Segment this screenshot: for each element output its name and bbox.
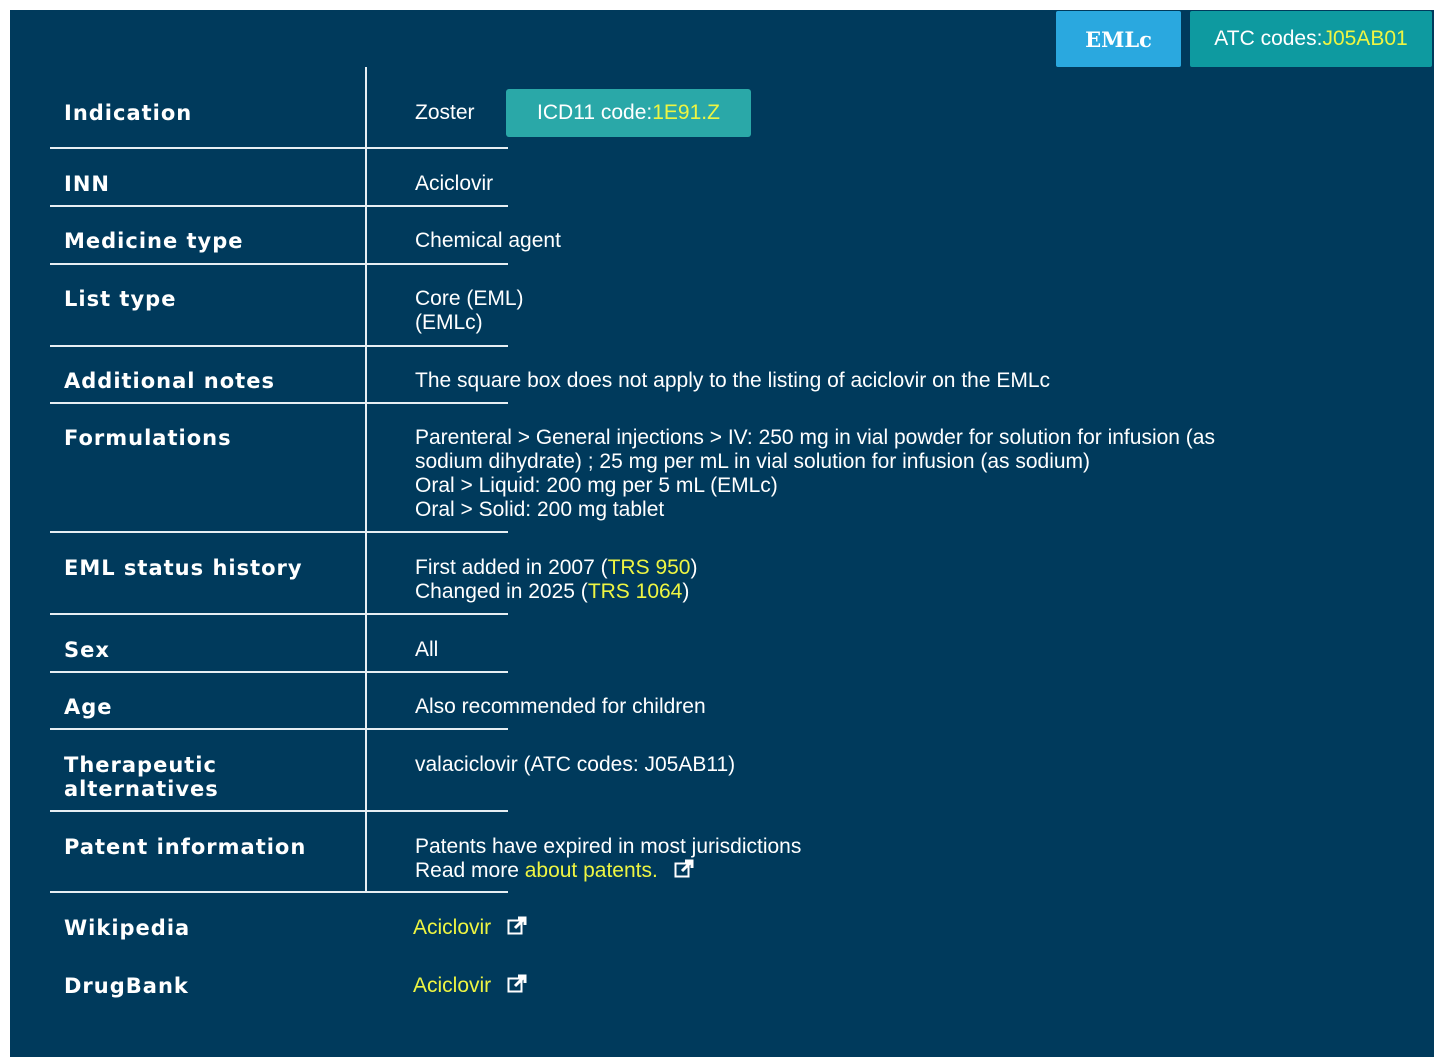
- icd11-code: 1E91.Z: [652, 101, 720, 124]
- indication-label: Indication: [64, 101, 193, 125]
- external-link-icon[interactable]: [674, 859, 694, 879]
- eml-status-line1-text: First added in 2007 (: [415, 556, 608, 579]
- patent-read-more-text: Read more: [415, 859, 525, 882]
- medicine-type-label: Medicine type: [64, 229, 244, 253]
- list-type-label: List type: [64, 287, 177, 311]
- inn-label: INN: [64, 172, 110, 196]
- eml-status-line1-close: ): [690, 556, 698, 579]
- sex-label: Sex: [64, 638, 110, 662]
- eml-status-line2-text: Changed in 2025 (: [415, 580, 588, 603]
- atc-badge-label: ATC codes:: [1214, 27, 1323, 50]
- eml-status-line1: First added in 2007 (TRS 950): [415, 556, 697, 580]
- row-divider: [50, 891, 508, 893]
- list-type-line1: Core (EML): [415, 287, 524, 310]
- atc-badge-code: J05AB01: [1322, 27, 1408, 50]
- eml-badge-label: EMLc: [1085, 26, 1152, 52]
- row-divider: [50, 147, 508, 149]
- therapeutic-value: valaciclovir (ATC codes: J05AB11): [415, 753, 736, 776]
- additional-notes-value: The square box does not apply to the lis…: [415, 369, 1051, 392]
- icd11-badge[interactable]: ICD11 code: 1E91.Z: [506, 89, 751, 137]
- patent-label: Patent information: [64, 835, 307, 859]
- list-type-line2: (EMLc): [415, 311, 483, 334]
- row-divider: [50, 671, 508, 673]
- atc-badge[interactable]: ATC codes: J05AB01: [1190, 11, 1432, 67]
- row-divider: [50, 402, 508, 404]
- row-divider: [50, 810, 508, 812]
- formulation-line2: sodium dihydrate) ; 25 mg per mL in vial…: [415, 450, 1091, 473]
- row-divider: [50, 613, 508, 615]
- formulation-line3: Oral > Liquid: 200 mg per 5 mL (EMLc): [415, 474, 778, 497]
- trs-950-link[interactable]: TRS 950: [608, 556, 691, 579]
- medicine-detail-panel: EMLc ATC codes: J05AB01 Indication Zoste…: [10, 10, 1434, 1057]
- icd11-label: ICD11 code:: [537, 101, 653, 124]
- row-divider: [50, 531, 508, 533]
- therapeutic-label-line2: alternatives: [64, 777, 219, 801]
- patent-line2: Read more about patents.: [415, 859, 694, 883]
- wikipedia-label: Wikipedia: [64, 916, 191, 940]
- row-divider: [50, 345, 508, 347]
- patent-line1: Patents have expired in most jurisdictio…: [415, 835, 802, 858]
- drugbank-value: Aciclovir: [413, 974, 527, 998]
- inn-value: Aciclovir: [415, 172, 494, 195]
- row-divider: [50, 728, 508, 730]
- sex-value: All: [415, 638, 439, 661]
- row-divider: [50, 205, 508, 207]
- formulations-label: Formulations: [64, 426, 232, 450]
- eml-status-label: EML status history: [64, 556, 303, 580]
- therapeutic-label-line1: Therapeutic: [64, 753, 217, 777]
- external-link-icon[interactable]: [507, 974, 527, 994]
- formulation-line4: Oral > Solid: 200 mg tablet: [415, 498, 665, 521]
- trs-1064-link[interactable]: TRS 1064: [588, 580, 683, 603]
- eml-status-line2: Changed in 2025 (TRS 1064): [415, 580, 689, 604]
- age-value: Also recommended for children: [415, 695, 706, 718]
- external-link-icon[interactable]: [507, 916, 527, 936]
- column-divider: [365, 67, 367, 893]
- row-divider: [50, 263, 508, 265]
- drugbank-label: DrugBank: [64, 974, 189, 998]
- formulation-line1: Parenteral > General injections > IV: 25…: [415, 426, 1215, 449]
- about-patents-link[interactable]: about patents.: [525, 859, 658, 882]
- eml-badge[interactable]: EMLc: [1056, 11, 1181, 67]
- wikipedia-value: Aciclovir: [413, 916, 527, 940]
- eml-status-line2-close: ): [682, 580, 690, 603]
- indication-value: Zoster: [415, 101, 475, 124]
- drugbank-link[interactable]: Aciclovir: [413, 974, 491, 997]
- wikipedia-link[interactable]: Aciclovir: [413, 916, 491, 939]
- age-label: Age: [64, 695, 113, 719]
- medicine-type-value: Chemical agent: [415, 229, 561, 252]
- additional-notes-label: Additional notes: [64, 369, 275, 393]
